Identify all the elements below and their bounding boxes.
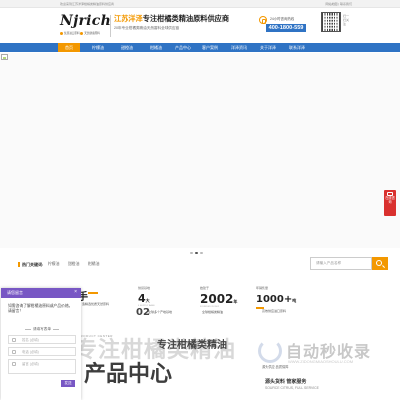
stat-desc: 造精选优质天然原料 [82,302,110,306]
chat-bubble-icon [387,191,393,196]
stat-caption: 始建于 [200,286,210,290]
nav-item-orange-oil[interactable]: 甜橙油 [116,43,138,52]
form-label: 请填写表单 [23,327,61,332]
top-bar: 欢迎来到江苏洋泽柑橘类精油原料供应商 网站地图 | 联系我们 [0,0,400,8]
slider-dot[interactable] [200,251,203,254]
stat-value: 2002年 [200,292,237,306]
hero-banner[interactable] [0,53,400,248]
slider-dot-active[interactable] [195,251,198,254]
hot-keyword-link[interactable]: 柑橘油 [88,262,99,267]
slider-dot[interactable] [190,251,193,254]
search-button[interactable] [372,257,388,270]
message-field[interactable]: 留言 (必填) [8,359,76,374]
bullet-icon [60,31,63,35]
nav-item-lemon-oil[interactable]: 柠檬油 [87,43,109,52]
hotline-label: 24小时咨询热线 [270,17,295,21]
hotline-number[interactable]: 400-1800-559 [266,24,306,32]
stat-caption: 供货基地 [138,286,151,290]
stat-number: 4 [138,292,146,305]
stat-en: FOUNDED IN 2002 [200,306,220,308]
watermark-logo-icon [258,339,282,363]
site-logo[interactable]: Njrich 优质进口原料 天然健康原料 [60,13,112,41]
source-title: 源头货料 管家服务 [265,379,307,385]
header-subtitle: 20年专业柑橘类精油天然香料全球供应链 [114,26,180,30]
stat-number: 1000+ [256,294,293,305]
popup-message: 如需咨询了解柑橘油原料或产品价格，请留言！ [8,304,73,313]
phone-icon [259,16,267,24]
header-slogan: 江苏洋泽专注柑橘类精油原料供应商 [114,14,229,24]
nav-item-cases[interactable]: 客户案例 [197,43,223,52]
qr-code-icon [321,12,341,32]
stat-value: 1000+吨 [256,294,296,305]
nav-item-contact[interactable]: 联系洋泽 [284,43,310,52]
header-divider [110,15,111,37]
bullet-icon [80,31,84,35]
hot-keywords-label: 热门关键词: [22,262,44,267]
stat-desc: 全球多个产地基地 [148,310,173,314]
logo-tags: 优质进口原料 天然健康原料 [60,31,100,35]
name-placeholder: 姓名 (必填) [22,338,39,342]
top-links[interactable]: 网站地图 | 联系我们 [326,0,352,8]
watermark-url: WWW.ZIDONGMIAOSHOULU.COM [288,359,354,364]
welcome-text: 欢迎来到江苏洋泽柑橘类精油原料供应商 [60,2,115,6]
pencil-icon [12,362,16,366]
nav-item-home[interactable]: 首页 [58,43,80,52]
qr-caption: 扫一扫关注 [343,14,350,26]
message-popup: 请您留言 × 如需咨询了解柑橘油原料或产品价格，请留言！ 请填写表单 姓名 (必… [1,288,81,400]
logo-wordmark: Njrich [60,13,112,29]
logo-tag: 优质进口原料 [64,32,80,35]
stat-value: 4大 [138,292,150,305]
slogan-rest: 专注柑橘类精油原料供应商 [142,14,230,23]
stat-desc: 全球柑橘类精油 [202,310,224,314]
slogan-highlight: 江苏洋泽 [114,14,143,23]
keyword-marker-icon [18,262,20,267]
stat-caption: 年销售量 [256,286,269,290]
nav-item-products[interactable]: 产品中心 [170,43,196,52]
slider-dots [190,241,205,259]
stat-unit: 吨 [292,298,297,303]
nav-item-about[interactable]: 关于洋泽 [255,43,281,52]
online-consult-tab[interactable]: 在线咨询 [384,190,396,216]
stat-desc: 高效供应进口原料 [262,309,287,313]
hot-keyword-link[interactable]: 柠檬油 [48,262,59,267]
phone-placeholder: 电话 (必填) [22,350,39,354]
source-subtitle: SOURCE CITRUS, FULL SERVICE [265,386,319,390]
message-placeholder: 留言 (必填) [22,362,39,366]
stat-number: 2002 [200,292,234,306]
phone-field[interactable]: 电话 (必填) [8,347,76,356]
stat-underline [88,292,98,294]
watermark: 自动秒收录 WWW.ZIDONGMIAOSHOULU.COM [258,336,398,372]
popup-title: 请您留言 [7,290,23,295]
phone-icon [12,350,16,354]
search-input[interactable]: 请输入产品名称 [310,257,372,270]
stat-unit: 年 [233,299,238,304]
section-heading: 产品中心 [84,361,173,386]
main-nav: 首页 柠檬油 甜橙油 柑橘油 产品中心 客户案例 洋泽资讯 关于洋泽 联系洋泽 [0,43,400,52]
online-consult-label: 在线咨询 [385,196,395,204]
logo-tag: 天然健康原料 [84,32,100,35]
broken-image-icon [1,54,8,60]
hot-keyword-link[interactable]: 甜橙油 [68,262,79,267]
nav-item-news[interactable]: 洋泽资讯 [226,43,252,52]
popup-header: 请您留言 × [1,288,81,298]
nav-item-citrus-oil[interactable]: 柑橘油 [145,43,167,52]
send-button[interactable]: 发送 [61,380,75,387]
stat-unit: 大 [145,298,150,303]
close-icon[interactable]: × [74,289,77,296]
section-tagline: 专注柑橘类精油 [157,340,227,351]
user-icon [12,338,16,342]
search-icon [376,260,382,266]
name-field[interactable]: 姓名 (必填) [8,335,76,344]
